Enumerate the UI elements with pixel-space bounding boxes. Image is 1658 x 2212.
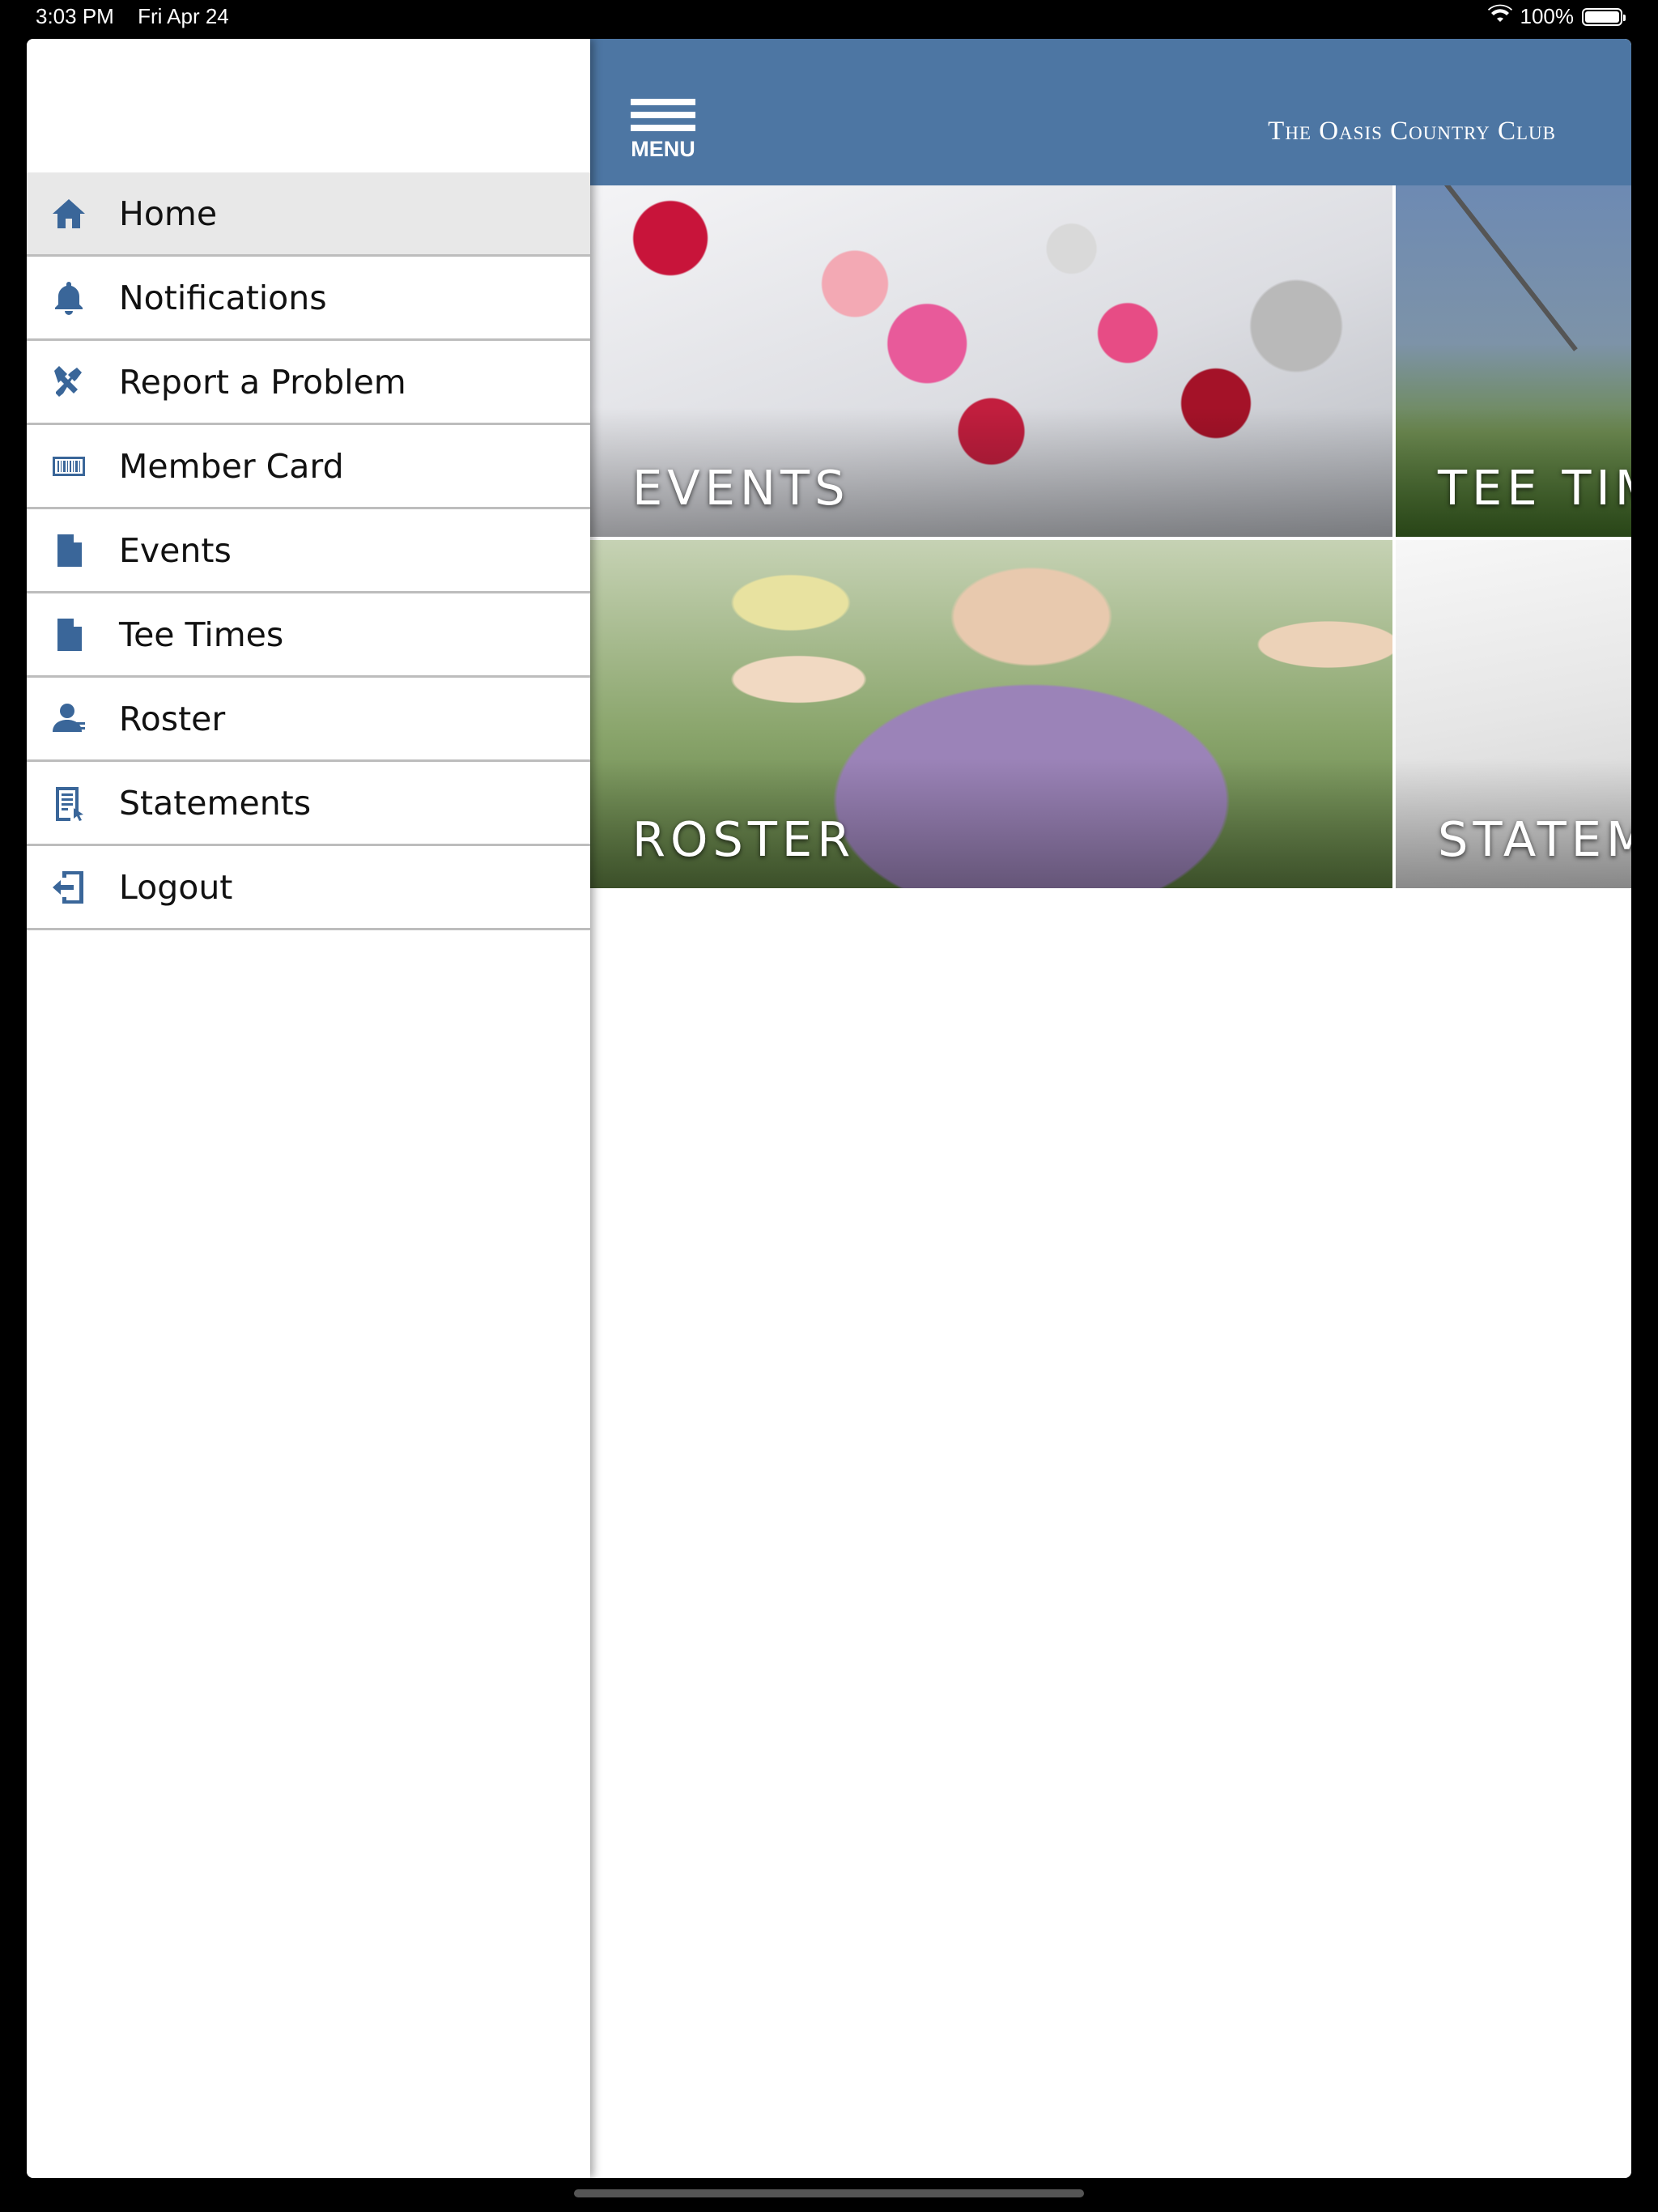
sidebar-item-report-a-problem[interactable]: Report a Problem [27, 341, 590, 425]
tile-label: STATEM [1438, 811, 1631, 867]
status-bar: 3:03 PM Fri Apr 24 100% [0, 0, 1658, 32]
sidebar-item-label: Roster [119, 699, 226, 738]
sidebar-item-notifications[interactable]: Notifications [27, 257, 590, 341]
hamburger-icon-bar [631, 125, 695, 131]
tile-statements[interactable]: STATEM [1396, 540, 1631, 888]
main-content: MENU The Oasis Country Club EVENTS TEE T… [590, 39, 1631, 2178]
side-menu: Home Notifications Report a Problem Memb… [27, 39, 590, 2178]
tile-label: EVENTS [632, 460, 850, 516]
person-icon [48, 698, 90, 740]
sidebar-item-logout[interactable]: Logout [27, 846, 590, 930]
logout-icon [48, 866, 90, 908]
battery-percent: 100% [1520, 4, 1575, 28]
sidebar-item-statements[interactable]: Statements [27, 762, 590, 846]
sidebar-item-label: Statements [119, 783, 312, 823]
sidebar-item-member-card[interactable]: Member Card [27, 425, 590, 509]
sidebar-item-label: Logout [119, 867, 233, 907]
sidebar-item-label: Report a Problem [119, 362, 406, 402]
tile-roster[interactable]: ROSTER [590, 540, 1392, 888]
sidebar-item-label: Home [119, 194, 218, 233]
sidebar-item-events[interactable]: Events [27, 509, 590, 593]
sidebar-item-label: Events [119, 530, 232, 570]
tile-events[interactable]: EVENTS [590, 185, 1392, 537]
tile-label: TEE TIM [1438, 460, 1631, 516]
status-time: 3:03 PM [36, 4, 114, 28]
club-title: The Oasis Country Club [1268, 117, 1556, 146]
sidebar-item-label: Tee Times [119, 615, 284, 654]
hamburger-icon [631, 99, 695, 105]
sidebar-item-label: Notifications [119, 278, 327, 317]
home-indicator[interactable] [574, 2189, 1084, 2197]
app-header: MENU The Oasis Country Club [590, 39, 1631, 185]
battery-icon [1582, 7, 1626, 26]
document-icon [48, 530, 90, 572]
menu-list: Home Notifications Report a Problem Memb… [27, 172, 590, 930]
status-date: Fri Apr 24 [138, 4, 229, 28]
menu-button[interactable]: MENU [631, 99, 697, 165]
sidebar-item-roster[interactable]: Roster [27, 678, 590, 762]
sidebar-item-label: Member Card [119, 446, 344, 486]
menu-button-label: MENU [631, 137, 695, 161]
document-icon [48, 614, 90, 656]
hamburger-icon-bar [631, 112, 695, 118]
bell-icon [48, 277, 90, 319]
tools-icon [48, 361, 90, 403]
sidebar-item-home[interactable]: Home [27, 172, 590, 257]
wifi-icon [1487, 4, 1512, 29]
tile-tee-times[interactable]: TEE TIM [1396, 185, 1631, 537]
sidebar-item-tee-times[interactable]: Tee Times [27, 593, 590, 678]
tile-grid: EVENTS TEE TIM ROSTER STATEM [590, 185, 1631, 888]
home-icon [48, 193, 90, 235]
app-window: Home Notifications Report a Problem Memb… [27, 39, 1631, 2178]
statement-icon [48, 782, 90, 824]
barcode-icon [48, 445, 90, 487]
tile-label: ROSTER [632, 811, 856, 867]
